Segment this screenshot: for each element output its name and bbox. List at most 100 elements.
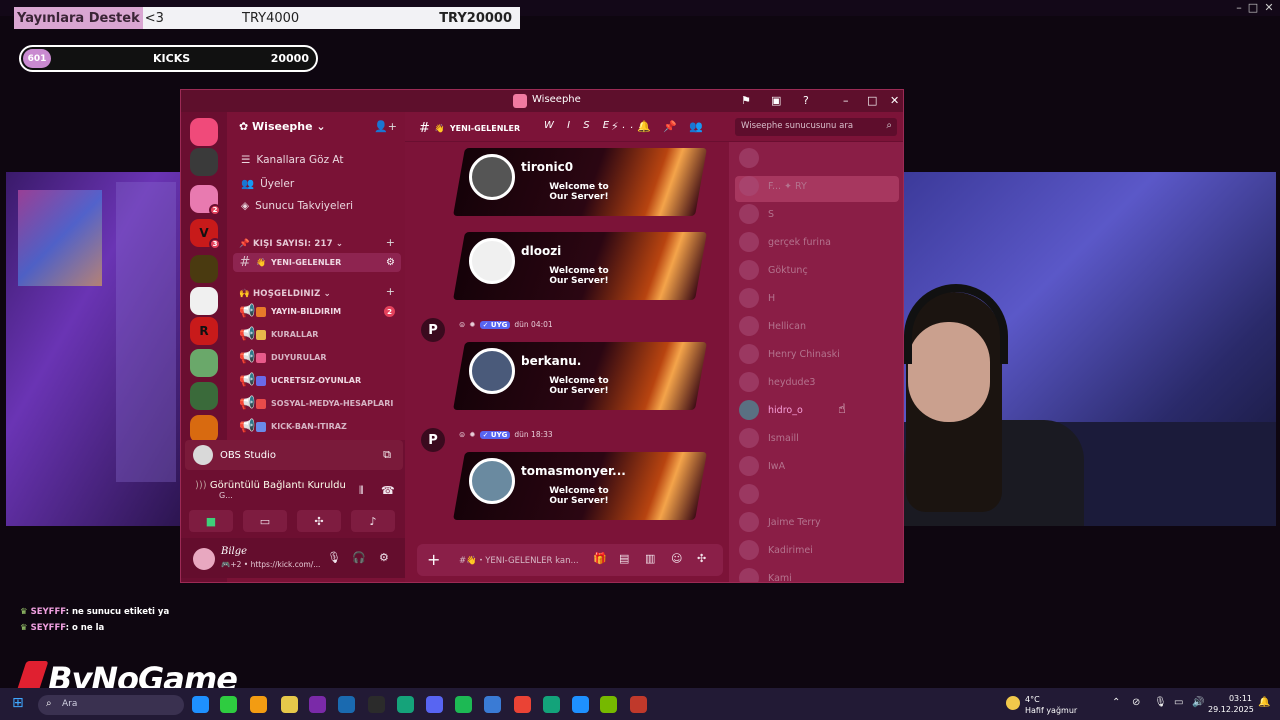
server-icon[interactable] bbox=[190, 148, 218, 176]
display-icon[interactable]: ▭ bbox=[1174, 697, 1183, 708]
stream-row[interactable]: OBS Studio ⧉ bbox=[185, 440, 403, 470]
server-icon[interactable]: V3 bbox=[190, 219, 221, 250]
member-item[interactable]: Kadirimei bbox=[739, 540, 813, 560]
taskbar-app-icon[interactable] bbox=[309, 696, 326, 713]
clock[interactable]: 03:11 29.12.2025 bbox=[1208, 693, 1254, 715]
notification-bell-icon[interactable]: 🔔 bbox=[637, 120, 651, 133]
window-maximize-button[interactable]: □ bbox=[867, 94, 877, 107]
notifications-icon[interactable]: 🔔 bbox=[1258, 697, 1270, 708]
member-item[interactable]: Ismaill bbox=[739, 428, 799, 448]
server-icon[interactable] bbox=[190, 287, 218, 315]
chevron-up-icon[interactable]: ⌃ bbox=[1112, 697, 1120, 708]
taskbar-app-icon[interactable] bbox=[600, 696, 617, 713]
welcome-card[interactable]: tironic0 Welcome to Our Server! bbox=[453, 148, 707, 216]
channel-ucretsiz-oyunlar[interactable]: 📢 UCRETSIZ-OYUNLAR bbox=[233, 371, 401, 390]
member-item[interactable]: F... ✦ RY bbox=[739, 176, 807, 196]
gif-icon[interactable]: ▤ bbox=[619, 552, 629, 565]
category-welcome[interactable]: 🙌 HOŞGELDINIZ ⌄ bbox=[239, 289, 331, 299]
add-channel-icon[interactable]: + bbox=[386, 236, 395, 249]
server-boosts-link[interactable]: ◈ Sunucu Takviyeleri bbox=[241, 200, 353, 212]
member-item[interactable]: Göktunç bbox=[739, 260, 808, 280]
server-icon[interactable] bbox=[190, 382, 218, 410]
taskbar-app-icon[interactable] bbox=[572, 696, 589, 713]
inbox-icon[interactable]: ▣ bbox=[771, 94, 781, 107]
threads-icon[interactable]: ⚡ bbox=[611, 120, 619, 133]
invite-icon[interactable]: 👤+ bbox=[374, 120, 397, 133]
channel-duyurular[interactable]: 📢 DUYURULAR bbox=[233, 348, 401, 367]
pinned-messages-icon[interactable]: 📌 bbox=[663, 120, 677, 133]
weather-widget[interactable]: 4°C Hafif yağmur bbox=[1006, 694, 1077, 716]
windows-start-icon[interactable]: ⊞ bbox=[12, 695, 24, 711]
member-item[interactable]: Kami bbox=[739, 568, 792, 582]
taskbar-app-icon[interactable] bbox=[543, 696, 560, 713]
taskbar-app-icon[interactable] bbox=[630, 696, 647, 713]
browse-channels-link[interactable]: ☰ Kanallara Göz At bbox=[241, 154, 344, 166]
emoji-icon[interactable]: ☺ bbox=[671, 552, 682, 565]
sticker-icon[interactable]: ▥ bbox=[645, 552, 655, 565]
member-item[interactable]: Jaime Terry bbox=[739, 512, 821, 532]
noise-suppression-icon[interactable]: ⫴ bbox=[359, 484, 364, 498]
flag-icon[interactable]: ⚑ bbox=[741, 94, 751, 107]
taskbar-app-icon[interactable] bbox=[281, 696, 298, 713]
welcome-card[interactable]: berkanu. Welcome to Our Server! bbox=[453, 342, 707, 410]
channel-settings-icon[interactable]: ⚙ bbox=[386, 257, 395, 268]
taskbar-app-icon[interactable] bbox=[514, 696, 531, 713]
channel-kick-ban-itiraz[interactable]: 📢 KICK-BAN-ITIRAZ bbox=[233, 417, 401, 436]
server-icon[interactable] bbox=[190, 415, 218, 443]
taskbar-app-icon[interactable] bbox=[192, 696, 209, 713]
welcome-card[interactable]: tomasmonyer... Welcome to Our Server! bbox=[453, 452, 707, 520]
server-icon[interactable]: R bbox=[190, 317, 218, 345]
member-item[interactable]: heydude3 bbox=[739, 372, 815, 392]
window-close-button[interactable]: ✕ bbox=[890, 94, 899, 107]
microphone-icon[interactable]: 🎙 bbox=[1154, 697, 1167, 708]
volume-icon[interactable]: 🔊 bbox=[1192, 697, 1204, 708]
attach-plus-icon[interactable]: + bbox=[427, 550, 440, 569]
taskbar-app-icon[interactable] bbox=[338, 696, 355, 713]
member-item[interactable] bbox=[739, 484, 768, 504]
server-icon[interactable] bbox=[190, 349, 218, 377]
channel-kurallar[interactable]: 📢 KURALLAR bbox=[233, 325, 401, 344]
soundboard-button[interactable]: ♪ bbox=[351, 510, 395, 532]
camera-button[interactable]: ■ bbox=[189, 510, 233, 532]
channel-yeni-gelenler[interactable]: # 👋 YENI-GELENLER ⚙ bbox=[233, 253, 401, 272]
member-item[interactable]: hidro_o bbox=[739, 400, 803, 420]
category-member-count[interactable]: 📌 KIŞI SAYISI: 217 ⌄ bbox=[239, 239, 343, 249]
member-item[interactable]: S bbox=[739, 204, 774, 224]
taskbar-app-icon[interactable] bbox=[220, 696, 237, 713]
taskbar-app-icon[interactable] bbox=[368, 696, 385, 713]
welcome-card[interactable]: dloozi Welcome to Our Server! bbox=[453, 232, 707, 300]
popout-icon[interactable]: ⧉ bbox=[383, 448, 391, 462]
disconnect-icon[interactable]: ☎ bbox=[381, 484, 395, 497]
member-item[interactable]: gerçek furina bbox=[739, 232, 831, 252]
member-item[interactable] bbox=[739, 148, 768, 168]
help-icon[interactable]: ? bbox=[803, 94, 809, 107]
gift-icon[interactable]: 🎁 bbox=[593, 552, 607, 565]
apps-icon[interactable]: ✣ bbox=[697, 552, 706, 565]
microphone-icon[interactable]: 🎙 bbox=[327, 551, 341, 564]
taskbar-app-icon[interactable] bbox=[455, 696, 472, 713]
member-item[interactable]: IwA bbox=[739, 456, 785, 476]
server-icon[interactable] bbox=[190, 118, 218, 146]
member-item[interactable]: Henry Chinaski bbox=[739, 344, 840, 364]
activities-button[interactable]: ✣ bbox=[297, 510, 341, 532]
channel-sosyal-medya-hesaplari[interactable]: 📢 SOSYAL-MEDYA-HESAPLARI bbox=[233, 394, 401, 413]
taskbar-app-icon[interactable] bbox=[250, 696, 267, 713]
headphones-icon[interactable]: 🎧 bbox=[352, 551, 366, 564]
user-settings-icon[interactable]: ⚙ bbox=[379, 551, 389, 564]
taskbar-app-icon[interactable] bbox=[426, 696, 443, 713]
taskbar-search[interactable]: ⌕ Ara bbox=[38, 695, 184, 715]
bot-avatar[interactable]: P bbox=[421, 318, 445, 342]
search-input[interactable]: Wiseephe sunucusunu ara ⌕ bbox=[735, 118, 897, 136]
add-channel-icon[interactable]: + bbox=[386, 285, 395, 298]
window-minimize-button[interactable]: – bbox=[843, 94, 849, 107]
screen-share-button[interactable]: ▭ bbox=[243, 510, 287, 532]
server-icon[interactable] bbox=[190, 255, 218, 283]
member-item[interactable]: Hellican bbox=[739, 316, 806, 336]
bot-avatar[interactable]: P bbox=[421, 428, 445, 452]
avatar[interactable] bbox=[193, 548, 215, 570]
server-icon[interactable]: 2 bbox=[190, 185, 221, 216]
members-link[interactable]: 👥 Üyeler bbox=[241, 177, 294, 191]
taskbar-app-icon[interactable] bbox=[397, 696, 414, 713]
channel-yayin-bildirim[interactable]: 📢 YAYIN-BILDIRIM 2 bbox=[233, 302, 401, 321]
server-name-header[interactable]: ✿ Wiseephe ⌄ bbox=[239, 120, 326, 133]
